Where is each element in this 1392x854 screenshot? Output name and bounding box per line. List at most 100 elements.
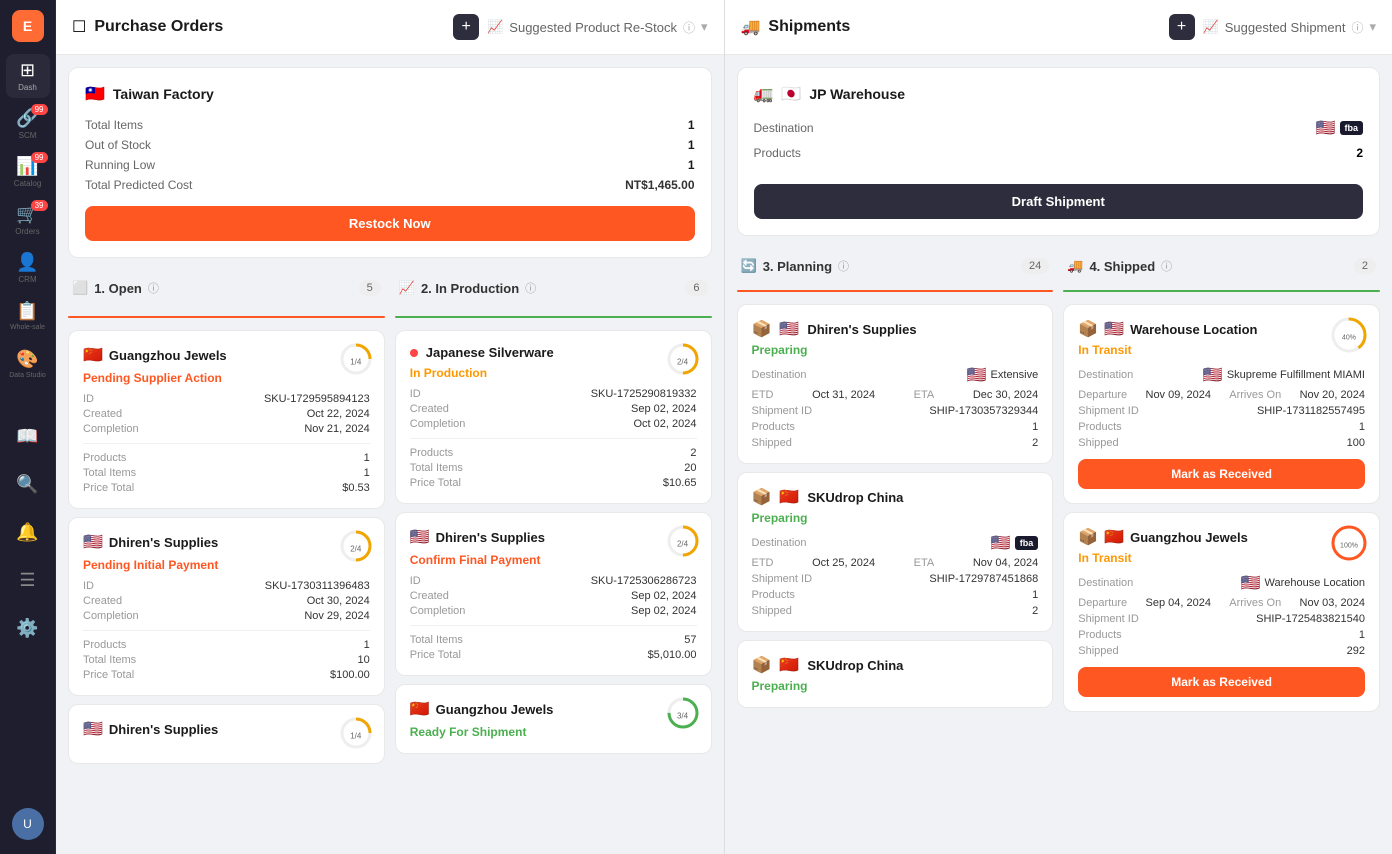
total-items-value: 1 xyxy=(688,118,695,132)
japanese-created-row: Created Sep 02, 2024 xyxy=(410,403,697,415)
guangzhou-flag: 🇨🇳 xyxy=(83,345,103,365)
shipment-dhiren-planning[interactable]: 📦 🇺🇸 Dhiren's Supplies Preparing Destina… xyxy=(737,304,1054,464)
sidebar-item-settings[interactable]: ⚙️ xyxy=(6,606,50,650)
shipments-header-icon: 🚚 xyxy=(741,17,761,37)
sidebar-label-scm: SCM xyxy=(19,131,37,140)
sidebar-item-data-studio[interactable]: 🎨 Data Studio xyxy=(6,342,50,386)
sidebar-item-catalog[interactable]: 99 📊 Catalog xyxy=(6,150,50,194)
sidebar-item-list[interactable]: ☰ xyxy=(6,558,50,602)
gz-shipped-icon: 📦 xyxy=(1078,527,1098,547)
japanese-completion-label: Completion xyxy=(410,418,466,430)
sidebar-item-bell[interactable]: 🔔 xyxy=(6,510,50,554)
wh-shipped-status: In Transit xyxy=(1078,343,1365,357)
shipments-add-button[interactable]: + xyxy=(1169,14,1195,40)
shipment-warehouse-shipped[interactable]: 📦 🇺🇸 Warehouse Location 40% xyxy=(1063,304,1380,504)
mark-received-button-2[interactable]: Mark as Received xyxy=(1078,667,1365,697)
dhiren-inprod-items-row: Total Items 57 xyxy=(410,634,697,646)
dhiren-planning-flag: 🇺🇸 xyxy=(779,319,799,339)
japanese-products-row: Products 2 xyxy=(410,447,697,459)
sidebar-label-crm: CRM xyxy=(18,275,36,284)
sidebar-item-book[interactable]: 📖 xyxy=(6,414,50,458)
dhiren-planning-etd-value: Oct 31, 2024 xyxy=(812,389,875,401)
dhiren-planning-dest-row: Destination 🇺🇸 Extensive xyxy=(752,365,1039,385)
skudrop-etd-value: Oct 25, 2024 xyxy=(812,557,875,569)
sidebar-item-orders[interactable]: 39 🛒 Orders xyxy=(6,198,50,242)
suggested-restock-link[interactable]: 📈 Suggested Product Re-Stock ⓘ ▾ xyxy=(487,19,707,36)
dhiren-open-id-value: SKU-1730311396483 xyxy=(265,580,370,592)
japanese-supplier: Japanese Silverware xyxy=(426,345,554,360)
dhiren-open-flag: 🇺🇸 xyxy=(83,532,103,552)
po-card-guangzhou-open[interactable]: 1/4 🇨🇳 Guangzhou Jewels Pending Supplier… xyxy=(68,330,385,509)
gz-shipped-products-label: Products xyxy=(1078,629,1121,641)
mark-received-button-1[interactable]: Mark as Received xyxy=(1078,459,1365,489)
dhiren-planning-icon: 📦 xyxy=(752,319,772,339)
skudrop-eta-value: Nov 04, 2024 xyxy=(973,557,1038,569)
open-icon: ⬜ xyxy=(72,280,88,296)
japanese-items-label: Total Items xyxy=(410,462,463,474)
japanese-dot xyxy=(410,349,418,357)
dhiren-planning-products-label: Products xyxy=(752,421,795,433)
guangzhou-id-label: ID xyxy=(83,393,94,405)
wh-shipped-products-label: Products xyxy=(1078,421,1121,433)
shipment-guangzhou-shipped[interactable]: 📦 🇨🇳 Guangzhou Jewels 100% xyxy=(1063,512,1380,712)
dhiren-inprod-id-value: SKU-1725306286723 xyxy=(591,575,697,587)
skudrop-planning-flag: 🇨🇳 xyxy=(779,487,799,507)
po-card-dhiren-inprod[interactable]: 2/4 🇺🇸 Dhiren's Supplies Confirm Final P… xyxy=(395,512,712,676)
shipment-skudrop-planning[interactable]: 📦 🇨🇳 SKUdrop China Preparing Destination… xyxy=(737,472,1054,632)
dhiren-inprod-status: Confirm Final Payment xyxy=(410,553,697,567)
po-card-guangzhou-ready[interactable]: 3/4 🇨🇳 Guangzhou Jewels Ready For Shipme… xyxy=(395,684,712,754)
skudrop-planning-name: SKUdrop China xyxy=(807,490,903,505)
total-items-label: Total Items xyxy=(85,118,143,132)
guangzhou-footer: Products 1 Total Items 1 Price Total $0.… xyxy=(83,443,370,494)
sidebar-item-wholesale[interactable]: 📋 Whole-sale xyxy=(6,294,50,338)
dhiren-open-footer: Products 1 Total Items 10 Price Total $1… xyxy=(83,630,370,681)
orders-badge: 39 xyxy=(31,200,48,211)
po-card-japanese[interactable]: 2/4 Japanese Silverware In Production ID… xyxy=(395,330,712,504)
suggested-shipment-link[interactable]: 📈 Suggested Shipment ⓘ ▾ xyxy=(1203,19,1376,36)
taiwan-factory-card: 🇹🇼 Taiwan Factory Total Items 1 Out of S… xyxy=(68,67,712,258)
app-logo[interactable]: E xyxy=(12,10,44,42)
gz-shipped-flag: 🇨🇳 xyxy=(1104,527,1124,547)
po-panel-header: ☐ Purchase Orders + 📈 Suggested Product … xyxy=(56,0,724,55)
out-of-stock-row: Out of Stock 1 xyxy=(85,138,695,152)
in-production-divider xyxy=(395,316,712,318)
shipped-section-header: 🚚 4. Shipped ⓘ 2 xyxy=(1063,248,1380,282)
po-card-dhiren-open-3[interactable]: 1/4 🇺🇸 Dhiren's Supplies xyxy=(68,704,385,764)
dhiren-open-header: 🇺🇸 Dhiren's Supplies xyxy=(83,532,370,552)
draft-shipment-button[interactable]: Draft Shipment xyxy=(754,184,1364,219)
skudrop-planning-id-row: Shipment ID SHIP-1729787451868 xyxy=(752,573,1039,585)
japanese-id-value: SKU-1725290819332 xyxy=(591,388,697,400)
skudrop-planning-status: Preparing xyxy=(752,511,1039,525)
dhiren-planning-eta-label: ETA xyxy=(914,389,935,401)
japanese-status: In Production xyxy=(410,366,697,380)
skudrop-planning-meta: Destination 🇺🇸 fba ETD Oct 25, 2024 ETA xyxy=(752,533,1039,617)
out-of-stock-label: Out of Stock xyxy=(85,138,151,152)
chart-icon: 📈 xyxy=(487,19,503,35)
open-title: 1. Open xyxy=(94,281,142,296)
skudrop-planning3-header: 📦 🇨🇳 SKUdrop China xyxy=(752,655,1039,675)
wh-shipped-dest-row: Destination 🇺🇸 Skupreme Fulfillment MIAM… xyxy=(1078,365,1365,385)
suggested-restock-label: Suggested Product Re-Stock xyxy=(509,20,677,35)
dhiren-inprod-created-value: Sep 02, 2024 xyxy=(631,590,696,602)
japanese-completion-value: Oct 02, 2024 xyxy=(634,418,697,430)
gz-shipped-products-value: 1 xyxy=(1359,629,1365,641)
shipment-skudrop-planning-3[interactable]: 📦 🇨🇳 SKUdrop China Preparing xyxy=(737,640,1054,708)
sidebar-item-search[interactable]: 🔍 xyxy=(6,462,50,506)
sidebar-item-scm[interactable]: 99 🔗 SCM xyxy=(6,102,50,146)
skudrop3-name: SKUdrop China xyxy=(807,658,903,673)
open-section-header: ⬜ 1. Open ⓘ 5 xyxy=(68,270,385,304)
sidebar-item-crm[interactable]: 👤 CRM xyxy=(6,246,50,290)
po-add-button[interactable]: + xyxy=(453,14,479,40)
user-avatar[interactable]: U xyxy=(12,808,44,840)
po-card-dhiren-open[interactable]: 2/4 🇺🇸 Dhiren's Supplies Pending Initial… xyxy=(68,517,385,696)
guangzhou-products-value: 1 xyxy=(364,452,370,464)
sidebar-item-dash[interactable]: ⊞ Dash xyxy=(6,54,50,98)
suggested-shipment-label: Suggested Shipment xyxy=(1225,20,1346,35)
dhiren-open-products-value: 1 xyxy=(364,639,370,651)
gz-shipped-name: Guangzhou Jewels xyxy=(1130,530,1248,545)
gz-shipped-arrives-label: Arrives On xyxy=(1229,597,1281,609)
dhiren-open-created-row: Created Oct 30, 2024 xyxy=(83,595,370,607)
dhiren-inprod-items-value: 57 xyxy=(684,634,696,646)
restock-button[interactable]: Restock Now xyxy=(85,206,695,241)
japanese-created-value: Sep 02, 2024 xyxy=(631,403,696,415)
